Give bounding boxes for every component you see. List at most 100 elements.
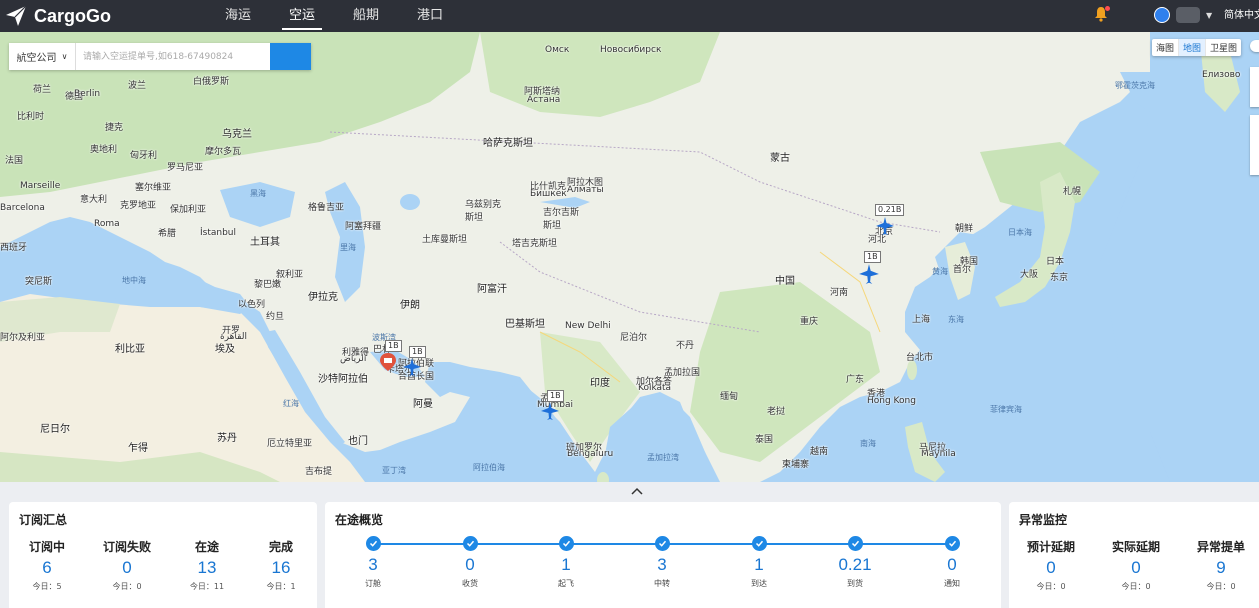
map-label-country: 意大利 xyxy=(80,195,108,205)
chevron-up-icon[interactable] xyxy=(628,484,646,498)
stat-abnormal-waybill[interactable]: 异常提单 9 今日：0 xyxy=(1186,538,1256,592)
map-label-country: 沙特阿拉伯 xyxy=(318,374,368,385)
stat-subscription-failed[interactable]: 订阅失败 0 今日：0 xyxy=(92,538,162,592)
map-label-country: 奥地利 xyxy=(90,145,118,155)
zoom-control[interactable] xyxy=(1250,67,1259,107)
stat-value: 6 xyxy=(42,558,52,577)
map-type-switch: 海图 地图 卫星图 xyxy=(1152,39,1242,56)
map-view[interactable]: 蒙古 中国 印度 伊朗 阿富汗 巴基斯坦 哈萨克斯坦 乌兹别克斯坦 土库曼斯坦 … xyxy=(0,32,1259,482)
flight-marker-label: 0.21B xyxy=(875,204,905,216)
map-label-city: 东京 xyxy=(1050,273,1069,283)
airplane-icon xyxy=(403,358,421,376)
logo[interactable]: CargoGo xyxy=(0,0,111,32)
map-label-country: 苏丹 xyxy=(217,433,237,444)
stat-in-transit[interactable]: 在途 13 今日：11 xyxy=(172,538,242,592)
stat-label: 异常提单 xyxy=(1196,540,1245,554)
stat-value: 0 xyxy=(1046,558,1056,577)
map-label-country: 突尼斯 xyxy=(25,277,53,287)
main-nav: 海运 空运 船期 港口 xyxy=(206,0,462,32)
nav-item-schedules[interactable]: 船期 xyxy=(334,0,398,32)
map-label-country: 埃及 xyxy=(215,344,235,355)
map-label-country: 法国 xyxy=(5,156,24,166)
map-label-country: 阿塞拜疆 xyxy=(345,222,382,232)
nav-item-air-freight[interactable]: 空运 xyxy=(270,0,334,32)
stat-today: 今日：0 xyxy=(1206,582,1236,591)
anomaly-monitor-panel: 异常监控 预计延期 0 今日：0 实际延期 0 今日：0 异常提单 9 今日：0 xyxy=(1009,502,1259,608)
map-label-country: 朝鲜 xyxy=(955,224,974,234)
user-menu[interactable]: ▼ xyxy=(1154,7,1212,23)
step-label: 收货 xyxy=(462,579,478,588)
stat-estimated-delay[interactable]: 预计延期 0 今日：0 xyxy=(1016,538,1086,592)
map-label-sea: 黄海 xyxy=(932,267,948,276)
map-label-country: 土库曼斯坦 xyxy=(422,235,468,245)
check-icon xyxy=(847,536,863,551)
map-label-country: 阿富汗 xyxy=(477,284,507,295)
nav-item-sea-freight[interactable]: 海运 xyxy=(206,0,270,32)
stat-label: 订阅中 xyxy=(28,540,65,554)
stat-completed[interactable]: 完成 16 今日：1 xyxy=(246,538,316,592)
stat-label: 完成 xyxy=(268,540,293,554)
stat-label: 实际延期 xyxy=(1111,540,1160,554)
notification-bell-icon[interactable] xyxy=(1094,6,1110,24)
chevron-down-icon: ∨ xyxy=(61,52,68,61)
map-label-city: 河南 xyxy=(830,288,849,298)
stat-value: 9 xyxy=(1216,558,1226,577)
map-label-sea: 里海 xyxy=(340,243,356,252)
transit-step-delivered[interactable]: 0.21 到货 xyxy=(815,536,895,589)
map-type-satellite[interactable]: 卫星图 xyxy=(1206,39,1241,56)
transit-step-arrived[interactable]: 1 到达 xyxy=(719,536,799,589)
language-switch[interactable]: 简体中文 xyxy=(1224,0,1259,32)
transit-step-notified[interactable]: 0 通知 xyxy=(912,536,992,589)
stat-label: 订阅失败 xyxy=(102,540,151,554)
search-icon xyxy=(9,43,23,57)
map-label-country: 巴基斯坦 xyxy=(505,319,545,330)
map-label-country: 吉尔吉斯斯坦 xyxy=(543,208,580,231)
map-label-city: 阿拉木图 xyxy=(567,178,604,188)
map-type-map[interactable]: 地图 xyxy=(1179,39,1207,56)
transit-step-booking[interactable]: 3 订舱 xyxy=(333,536,413,589)
map-label-country: 尼泊尔 xyxy=(620,333,648,343)
map-label-city: Омск xyxy=(545,45,570,55)
flight-marker-label: 1B xyxy=(864,251,881,263)
map-label-country: 荷兰 xyxy=(33,85,52,95)
search-button[interactable] xyxy=(9,43,311,70)
map-label-city: 首尔 xyxy=(953,265,972,275)
transit-step-transfer[interactable]: 3 中转 xyxy=(622,536,702,589)
nav-item-ports[interactable]: 港口 xyxy=(398,0,462,32)
map-label-country: 老挝 xyxy=(767,407,786,417)
map-label-sea: 日本海 xyxy=(1008,228,1032,237)
transit-step-departed[interactable]: 1 起飞 xyxy=(526,536,606,589)
map-type-sea-chart[interactable]: 海图 xyxy=(1152,39,1180,56)
notification-dot xyxy=(1105,6,1110,11)
map-label-country: 吉布提 xyxy=(305,467,333,477)
stat-value: 13 xyxy=(197,558,217,577)
fullscreen-button[interactable] xyxy=(1250,40,1259,52)
map-label-country: 尼日尔 xyxy=(40,424,70,435)
stat-actual-delay[interactable]: 实际延期 0 今日：0 xyxy=(1101,538,1171,592)
map-label-sea: 鄂霍茨克海 xyxy=(1115,81,1155,90)
search-input[interactable] xyxy=(76,43,270,70)
map-label-sea: 亚丁湾 xyxy=(382,466,406,475)
map-label-city: Berlin xyxy=(74,89,101,99)
flight-marker-label: 1B xyxy=(385,340,402,352)
map-label-city: 马尼拉 xyxy=(919,443,947,453)
map-label-country: 厄立特里亚 xyxy=(267,439,313,449)
stat-today: 今日：0 xyxy=(1121,582,1151,591)
map-label-country: 泰国 xyxy=(755,435,774,445)
stat-value: 0 xyxy=(1131,558,1141,577)
map-label-country: 约旦 xyxy=(266,312,285,322)
map-rotate-control[interactable] xyxy=(1250,115,1259,175)
transit-step-received[interactable]: 0 收货 xyxy=(430,536,510,589)
step-value: 1 xyxy=(754,555,764,574)
map-label-sea: 孟加拉湾 xyxy=(647,453,679,462)
map-label-country: 希腊 xyxy=(158,229,177,239)
map-label-city: 开罗 xyxy=(222,326,241,336)
stat-subscribing[interactable]: 订阅中 6 今日：5 xyxy=(12,538,82,592)
map-label-country: 塞尔维亚 xyxy=(135,183,172,193)
step-label: 订舱 xyxy=(365,579,381,588)
map-label-country: 也门 xyxy=(348,436,368,447)
map-label-country: 乌兹别克斯坦 xyxy=(465,200,502,223)
map-label-country: 阿尔及利亚 xyxy=(0,333,46,343)
map-base xyxy=(0,32,1259,482)
map-label-country: 比利时 xyxy=(17,112,45,122)
